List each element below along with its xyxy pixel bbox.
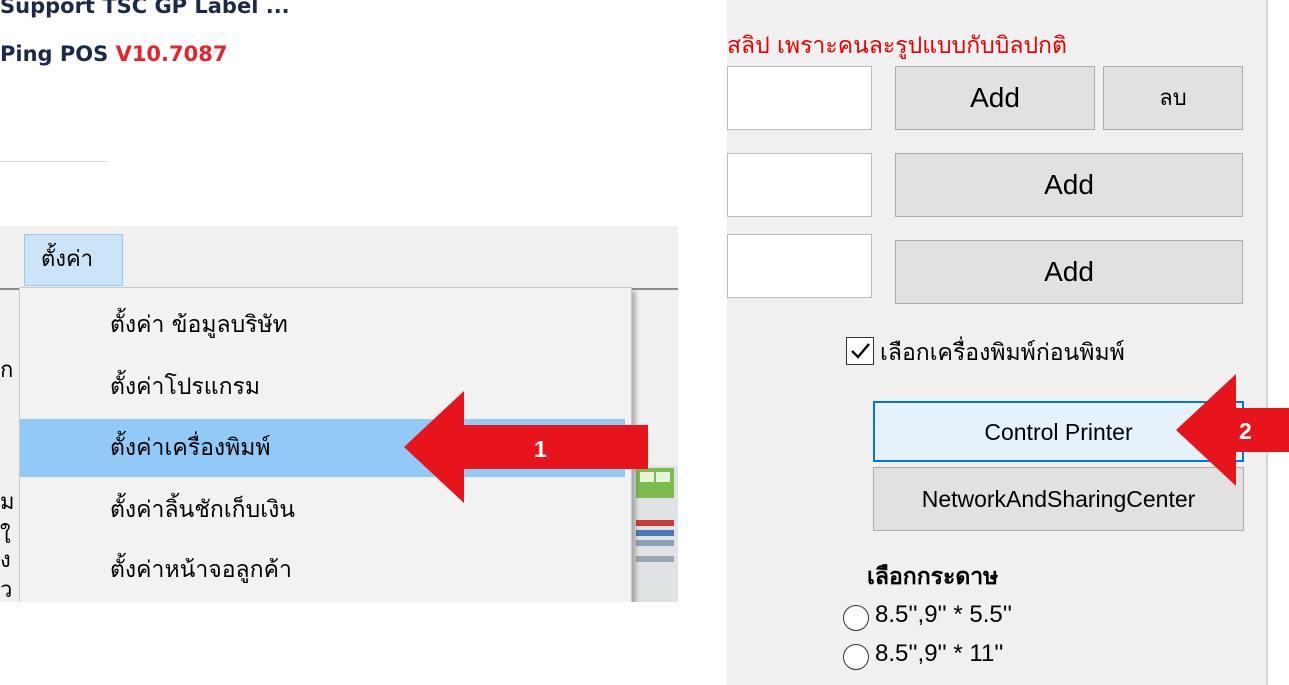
page-title: Support TSC GP Label ... — [0, 0, 290, 18]
warning-text: สลิป เพราะคนละรูปแบบกับบิลปกติ — [727, 33, 1067, 59]
panel-border — [1266, 0, 1268, 685]
menu-item-customer-display-settings[interactable]: ตั้งค่าหน้าจอลูกค้า — [20, 541, 625, 599]
checkbox[interactable] — [846, 337, 874, 365]
menu-settings[interactable]: ตั้งค่า — [24, 234, 123, 286]
bg-text-fragment: ว — [0, 578, 13, 602]
delete-button[interactable]: ลบ — [1103, 66, 1243, 130]
add-button-3[interactable]: Add — [895, 240, 1243, 304]
version-line: Ping POS V10.7087 — [0, 42, 227, 66]
add-button-2[interactable]: Add — [895, 153, 1243, 217]
step-1-arrow — [404, 391, 648, 503]
step-2-number: 2 — [1239, 418, 1252, 444]
add-button-1[interactable]: Add — [895, 66, 1095, 130]
paper-option-label: 8.5'',9'' * 11'' — [875, 640, 1004, 667]
bg-text-fragment: ก — [0, 358, 14, 383]
bg-text-fragment: ม — [0, 490, 15, 515]
step-2-arrow — [1176, 374, 1289, 486]
checkmark-icon — [851, 343, 870, 359]
printer-name-field-1[interactable] — [727, 66, 872, 130]
printer-settings-panel: สลิป เพราะคนละรูปแบบกับบิลปกติ Add ลบ Ad… — [727, 0, 1266, 685]
version-number: V10.7087 — [115, 42, 228, 66]
step-1-number: 1 — [534, 436, 547, 462]
product-name: Ping POS — [0, 42, 116, 66]
paper-section-title: เลือกกระดาษ — [867, 564, 999, 590]
radio-button[interactable] — [843, 605, 869, 631]
divider — [0, 161, 108, 162]
printer-name-field-3[interactable] — [727, 234, 872, 298]
paper-option-label: 8.5'',9'' * 5.5'' — [875, 601, 1012, 628]
menu-item-company-info[interactable]: ตั้งค่า ข้อมูลบริษัท — [20, 296, 625, 354]
printer-name-field-2[interactable] — [727, 153, 872, 217]
radio-button[interactable] — [843, 644, 869, 670]
checkbox-label: เลือกเครื่องพิมพ์ก่อนพิมพ์ — [880, 340, 1125, 366]
